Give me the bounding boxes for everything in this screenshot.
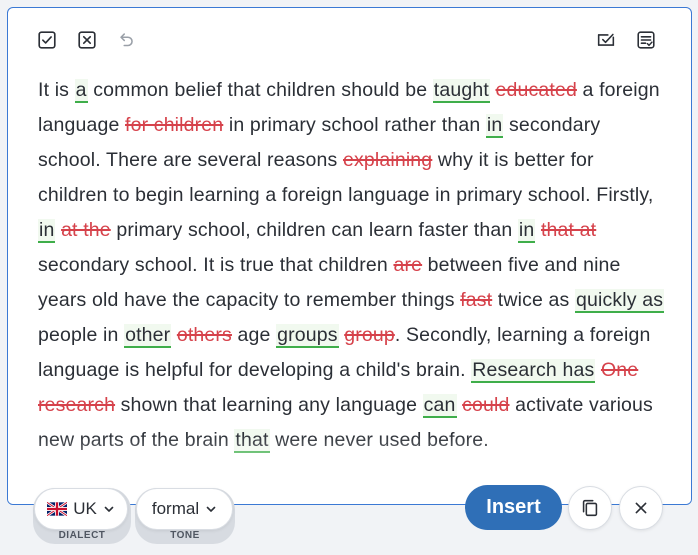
copy-button[interactable] <box>568 486 612 530</box>
undo-icon <box>120 33 133 47</box>
editor-card: It is a common belief that children shou… <box>7 7 692 505</box>
tone-selector[interactable]: formal <box>136 488 233 530</box>
bottom-action-bar: UK DIALECT formal TONE Insert <box>0 480 698 555</box>
x-square-icon <box>78 31 96 49</box>
copy-icon <box>582 499 598 517</box>
deletion-mark[interactable]: for children <box>125 114 223 136</box>
toolbar <box>8 8 691 72</box>
check-square-icon <box>38 31 56 49</box>
close-icon <box>635 502 647 514</box>
checklist-icon <box>597 33 615 46</box>
document-check-icon <box>637 31 655 49</box>
insertion-mark[interactable]: in <box>38 219 56 243</box>
review-changes-button[interactable] <box>594 28 618 52</box>
corrected-text[interactable]: It is a common belief that children shou… <box>38 73 668 458</box>
tone-caption: TONE <box>170 530 200 541</box>
deletion-mark[interactable]: fast <box>460 289 492 311</box>
undo-button[interactable] <box>115 28 139 52</box>
deletion-mark[interactable]: are <box>393 254 422 276</box>
insertion-mark[interactable]: quickly as <box>575 289 665 313</box>
accept-all-button[interactable] <box>35 28 59 52</box>
insertion-mark[interactable]: a <box>74 79 88 103</box>
dialect-caption: DIALECT <box>58 530 106 541</box>
insertion-mark[interactable]: in <box>485 114 504 138</box>
dialect-value: UK <box>73 499 97 518</box>
uk-flag-icon <box>47 502 68 516</box>
document-options-button[interactable] <box>634 28 658 52</box>
tone-value: formal <box>151 499 200 518</box>
close-button[interactable] <box>619 486 663 530</box>
chevron-down-icon <box>104 506 114 512</box>
deletion-mark[interactable]: others <box>177 324 232 346</box>
insertion-mark[interactable]: in <box>517 219 536 243</box>
insertion-mark[interactable]: groups <box>276 324 339 348</box>
dialect-selector[interactable]: UK <box>34 488 128 530</box>
insertion-mark[interactable]: that <box>234 429 270 453</box>
deletion-mark[interactable]: at the <box>61 219 111 241</box>
deletion-mark[interactable]: could <box>462 394 509 416</box>
insertion-mark[interactable]: can <box>422 394 457 418</box>
deletion-mark[interactable]: group <box>344 324 395 346</box>
insertion-mark[interactable]: taught <box>432 79 490 103</box>
reject-all-button[interactable] <box>75 28 99 52</box>
insertion-mark[interactable]: other <box>124 324 172 348</box>
chevron-down-icon <box>206 506 216 512</box>
deletion-mark[interactable]: educated <box>496 79 577 101</box>
deletion-mark[interactable]: that at <box>541 219 596 241</box>
insert-button[interactable]: Insert <box>465 485 562 530</box>
deletion-mark[interactable]: explaining <box>343 149 432 171</box>
insertion-mark[interactable]: Research has <box>471 359 596 383</box>
